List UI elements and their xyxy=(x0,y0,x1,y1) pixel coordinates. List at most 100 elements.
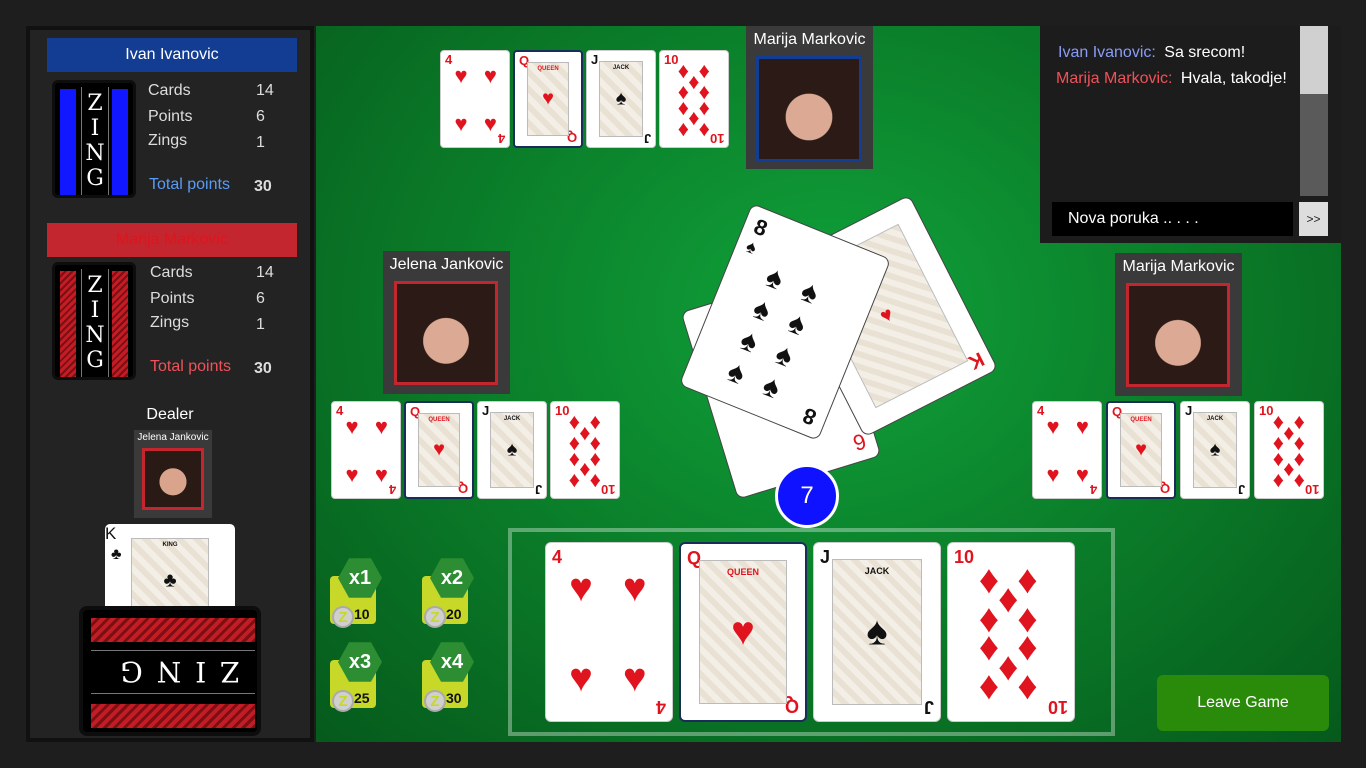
player-name: Marija Markovic xyxy=(753,31,866,48)
diamond-icon: ♦ xyxy=(1293,466,1305,492)
court-face: QUEEN ♥ xyxy=(699,560,787,704)
dealer-name: Jelena Jankovic xyxy=(137,432,209,443)
card-rank: 10 xyxy=(600,482,615,497)
card-rank: 10 xyxy=(1259,403,1274,418)
diamond-icon: ♦ xyxy=(1272,466,1284,492)
card-rank: 10 xyxy=(709,131,724,146)
card-q-hearts: Q Q QUEEN ♥ xyxy=(1106,401,1176,499)
card-rank: 4 xyxy=(1037,403,1045,418)
card-rank: J xyxy=(643,131,651,146)
cards-label: Cards xyxy=(148,82,191,99)
total-points-label: Total points xyxy=(150,358,231,375)
card-rank: 4 xyxy=(388,482,396,497)
card-rank: J xyxy=(923,697,934,717)
chat-send-button[interactable]: >> xyxy=(1299,202,1328,236)
chat-scrollbar[interactable] xyxy=(1300,26,1328,196)
card-q-hearts: Q Q QUEEN ♥ xyxy=(513,50,583,148)
card-rank: 10 xyxy=(1047,697,1068,717)
chat-text: Sa srecom! xyxy=(1164,44,1246,61)
zing-multiplier-x3: Z 25 x3 xyxy=(330,640,382,712)
leave-game-button[interactable]: Leave Game xyxy=(1157,675,1329,731)
diamond-icon: ♦ xyxy=(998,577,1019,622)
card-rank: 10 xyxy=(555,403,570,418)
card-4-hearts: 4 4 ♥ ♥ ♥ ♥ xyxy=(440,50,510,148)
cards-value: 14 xyxy=(256,82,274,99)
points-value: 6 xyxy=(256,108,265,125)
card-j-spades: J J JACK ♠ xyxy=(1180,401,1250,499)
heart-icon: ♥ xyxy=(569,566,593,611)
card-rank: J xyxy=(482,403,490,418)
zing-multiplier-x4: Z 30 x4 xyxy=(422,640,474,712)
heart-icon: ♥ xyxy=(876,303,898,329)
team-red-header: Marija Markovic xyxy=(47,223,297,257)
scoreboard-sidebar: Ivan Ivanovic Z I N G Cards 14 Points 6 … xyxy=(26,26,314,742)
pile-count-badge: 7 xyxy=(775,464,839,528)
chat-author: Marija Markovic: xyxy=(1056,70,1173,87)
draw-deck: ZING xyxy=(79,606,261,736)
card-q-hearts: Q Q QUEEN ♥ xyxy=(404,401,474,499)
spade-icon: ♠ xyxy=(615,87,627,110)
card-10-diamonds[interactable]: 10 10 ♦ ♦ ♦ ♦ ♦ ♦ ♦ ♦ ♦ ♦ xyxy=(947,542,1075,722)
heart-icon: ♥ xyxy=(454,111,468,137)
zing-coin-icon: Z xyxy=(332,690,354,712)
heart-icon: ♥ xyxy=(542,87,554,110)
team-blue-deck: Z I N G xyxy=(52,80,136,198)
chat-scroll-thumb[interactable] xyxy=(1300,26,1328,94)
heart-icon: ♥ xyxy=(433,438,445,461)
card-rank: 10 xyxy=(1304,482,1319,497)
court-face: QUEEN ♥ xyxy=(418,413,460,487)
heart-icon: ♥ xyxy=(345,462,359,488)
spade-icon: ♠ xyxy=(743,235,760,259)
chat-panel: Ivan Ivanovic: Sa srecom! Marija Markovi… xyxy=(1040,26,1341,243)
zing-multiplier-x1: Z 10 x1 xyxy=(330,556,382,628)
card-q-hearts[interactable]: Q Q QUEEN ♥ xyxy=(679,542,807,722)
player-name: Jelena Jankovic xyxy=(389,256,504,273)
heart-icon: ♥ xyxy=(1046,462,1060,488)
player-left: Jelena Jankovic xyxy=(383,251,510,394)
player-top: Marija Markovic xyxy=(746,26,873,169)
player-avatar xyxy=(394,281,498,385)
heart-icon: ♥ xyxy=(483,62,497,88)
card-rank: J xyxy=(591,52,599,67)
card-rank: 4 xyxy=(497,131,505,146)
diamond-icon: ♦ xyxy=(698,115,710,141)
chat-author: Ivan Ivanovic: xyxy=(1058,44,1156,61)
zings-value: 1 xyxy=(256,316,265,333)
heart-icon: ♥ xyxy=(731,609,755,654)
diamond-icon: ♦ xyxy=(1017,664,1038,709)
zing-coin-icon: Z xyxy=(332,606,354,628)
points-label: Points xyxy=(150,290,195,307)
card-4-hearts: 4 4 ♥ ♥ ♥ ♥ xyxy=(331,401,401,499)
zings-label: Zings xyxy=(148,132,188,149)
heart-icon: ♥ xyxy=(345,413,359,439)
heart-icon: ♥ xyxy=(454,62,468,88)
card-10-diamonds: 10 10 ♦ ♦ ♦ ♦ ♦ ♦ ♦ ♦ ♦ ♦ xyxy=(550,401,620,499)
cards-value: 14 xyxy=(256,264,274,281)
diamond-icon: ♦ xyxy=(978,664,1000,709)
court-face: QUEEN ♥ xyxy=(527,62,569,136)
court-face: JACK ♠ xyxy=(832,559,922,705)
zings-label: Zings xyxy=(150,314,190,331)
zings-value: 1 xyxy=(256,134,265,151)
card-4-hearts[interactable]: 4 4 ♥ ♥ ♥ ♥ xyxy=(545,542,673,722)
heart-icon: ♥ xyxy=(622,655,647,700)
diamond-icon: ♦ xyxy=(1017,625,1038,669)
card-10-diamonds: 10 10 ♦ ♦ ♦ ♦ ♦ ♦ ♦ ♦ ♦ ♦ xyxy=(659,50,729,148)
club-icon: ♣ xyxy=(163,569,177,592)
diamond-icon: ♦ xyxy=(677,115,689,141)
heart-icon: ♥ xyxy=(622,566,647,611)
card-rank: 4 xyxy=(655,697,666,717)
total-points-value: 30 xyxy=(254,178,272,195)
card-rank: J xyxy=(1237,482,1245,497)
team-red-deck: Z I N G xyxy=(52,262,136,380)
card-rank: 4 xyxy=(336,403,344,418)
heart-icon: ♥ xyxy=(483,111,497,137)
spade-icon: ♠ xyxy=(506,438,518,461)
team-blue-header: Ivan Ivanovic xyxy=(47,38,297,72)
cards-label: Cards xyxy=(150,264,193,281)
card-rank: 10 xyxy=(954,547,975,567)
card-j-spades[interactable]: J J JACK ♠ xyxy=(813,542,941,722)
card-rank: J xyxy=(1185,403,1193,418)
heart-icon: ♥ xyxy=(374,413,388,439)
chat-input[interactable]: Nova poruka .. . . . xyxy=(1052,202,1293,236)
